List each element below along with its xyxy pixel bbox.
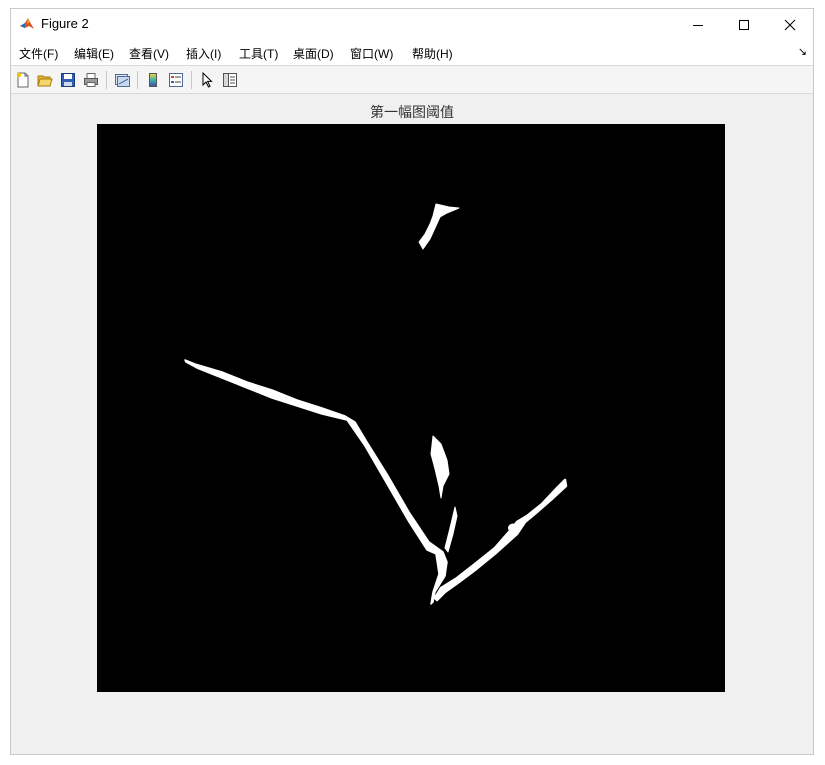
- image-axes[interactable]: [97, 124, 725, 692]
- print-button[interactable]: [81, 70, 101, 90]
- close-button[interactable]: [767, 9, 813, 40]
- colorbar-icon: [149, 73, 157, 87]
- title-bar: Figure 2: [11, 9, 813, 40]
- menu-file[interactable]: 文件(F): [19, 45, 58, 62]
- menu-window[interactable]: 窗口(W): [350, 45, 393, 62]
- property-inspector-button[interactable]: [220, 70, 240, 90]
- open-file-button[interactable]: [35, 70, 55, 90]
- legend-button[interactable]: [166, 70, 186, 90]
- menu-desktop[interactable]: 桌面(D): [293, 45, 334, 62]
- menu-help[interactable]: 帮助(H): [412, 45, 453, 62]
- matlab-icon: [19, 16, 35, 32]
- open-file-icon: [37, 75, 53, 87]
- figure-canvas: 第一幅图阈值: [11, 94, 813, 754]
- save-icon: [61, 73, 75, 87]
- menu-tools[interactable]: 工具(T): [239, 45, 278, 62]
- binary-image: [97, 124, 725, 692]
- minimize-button[interactable]: [675, 9, 721, 40]
- dock-arrow-icon[interactable]: ↘: [798, 45, 807, 58]
- property-inspector-icon: [223, 73, 237, 87]
- figure-toolbar: [11, 65, 813, 94]
- save-button[interactable]: [58, 70, 78, 90]
- menu-bar: 文件(F) 编辑(E) 查看(V) 插入(I) 工具(T) 桌面(D) 窗口(W…: [11, 40, 813, 65]
- pointer-icon: [202, 72, 213, 88]
- maximize-button[interactable]: [721, 9, 767, 40]
- menu-view[interactable]: 查看(V): [129, 45, 169, 62]
- minimize-icon: [693, 24, 703, 26]
- legend-icon: [169, 73, 183, 87]
- new-figure-button[interactable]: [13, 70, 33, 90]
- colorbar-button[interactable]: [143, 70, 163, 90]
- maximize-icon: [739, 19, 749, 30]
- link-plot-icon: [115, 74, 130, 87]
- window-title: Figure 2: [41, 16, 89, 31]
- new-figure-icon: [16, 72, 29, 88]
- figure-window: Figure 2 文件(F) 编辑(E) 查看(V) 插入(I) 工具(T) 桌…: [10, 8, 814, 755]
- menu-edit[interactable]: 编辑(E): [74, 45, 114, 62]
- axes-title: 第一幅图阈值: [370, 105, 454, 121]
- menu-insert[interactable]: 插入(I): [186, 45, 221, 62]
- print-icon: [84, 73, 98, 87]
- link-plot-button[interactable]: [112, 70, 132, 90]
- pointer-button[interactable]: [197, 70, 217, 90]
- close-icon: [784, 19, 796, 30]
